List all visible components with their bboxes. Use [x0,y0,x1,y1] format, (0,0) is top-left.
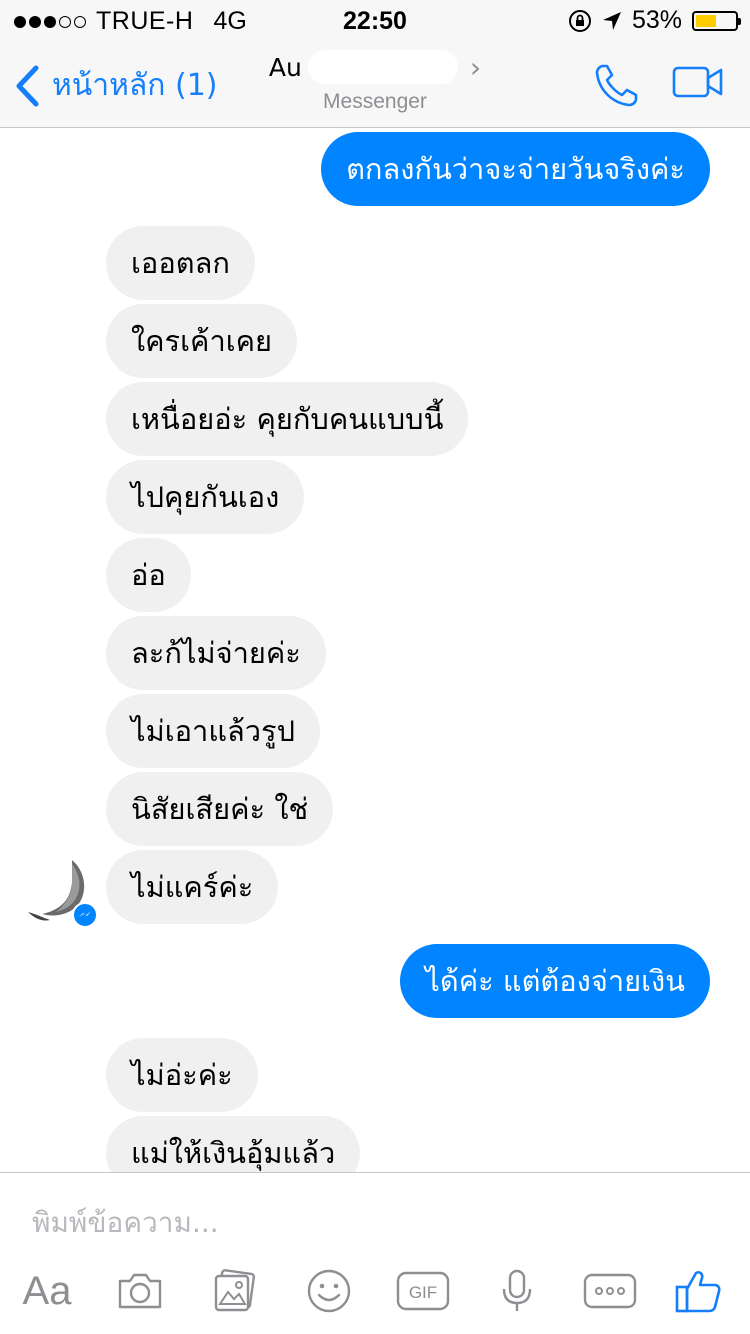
message-bubble-incoming[interactable]: ไม่อ่ะค่ะ [106,1038,258,1112]
battery-percent: 53% [631,6,682,34]
contact-avatar[interactable] [22,856,98,928]
status-right: 53% [568,6,741,35]
message-bubble-outgoing[interactable]: ตกลงกันว่าจะจ่ายวันจริงค่ะ [321,132,710,206]
message-bubble-incoming[interactable]: ใครเค้าเคย [106,304,298,378]
message-bubble-incoming[interactable]: แม่ให้เงินอุ้มแล้ว [106,1116,361,1172]
redacted-name-mask [307,50,458,84]
camera-icon[interactable] [110,1261,170,1321]
message-bubble-incoming[interactable]: เหนื่อยอ่ะ คุยกับคนแบบนี้ [106,382,469,456]
gif-icon[interactable]: GIF [393,1261,453,1321]
message-bubble-incoming[interactable]: ไม่เอาแล้วรูป [106,694,321,768]
microphone-icon[interactable] [487,1261,547,1321]
like-icon[interactable] [668,1261,728,1321]
battery-icon [692,10,741,31]
message-bubble-incoming[interactable]: ไปคุยกันเอง [106,460,305,534]
messenger-badge-icon [72,902,98,928]
composer-toolbar: Aa GIF [0,1261,750,1321]
message-bubble-incoming[interactable]: นิสัยเสียค่ะ ใช่ [106,772,334,846]
gif-label: GIF [409,1283,437,1302]
message-thread[interactable]: ตกลงกันว่าจะจ่ายวันจริงค่ะ เออตลก ใครเค้… [0,128,750,1172]
rotation-lock-icon [568,9,591,32]
aa-icon[interactable]: Aa [17,1261,77,1321]
chevron-right-icon: › [469,50,482,84]
message-bubble-incoming[interactable]: ละก้ไม่จ่ายค่ะ [106,616,326,690]
more-icon[interactable] [580,1261,640,1321]
phone-icon[interactable] [594,62,640,108]
message-input[interactable]: พิมพ์ข้อความ... [32,1201,632,1245]
status-bar: TRUE-H 4G 22:50 53% [0,0,750,40]
battery-level [696,14,716,27]
video-call-icon[interactable] [672,62,724,102]
message-bubble-incoming[interactable]: อ่อ [106,538,191,612]
message-bubble-outgoing[interactable]: ได้ค่ะ แต่ต้องจ่ายเงิน [400,944,710,1018]
navigation-bar: หน้าหลัก (1) Au › Messenger [0,40,750,128]
emoji-icon[interactable] [299,1261,359,1321]
message-composer: พิมพ์ข้อความ... Aa GIF [0,1172,750,1334]
location-arrow-icon [602,11,621,30]
contact-name: Au [268,52,302,82]
message-bubble-incoming[interactable]: ไม่แคร์ค่ะ [106,850,279,924]
message-bubble-incoming[interactable]: เออตลก [106,226,255,300]
gallery-icon[interactable] [205,1261,265,1321]
nav-actions [594,62,724,108]
